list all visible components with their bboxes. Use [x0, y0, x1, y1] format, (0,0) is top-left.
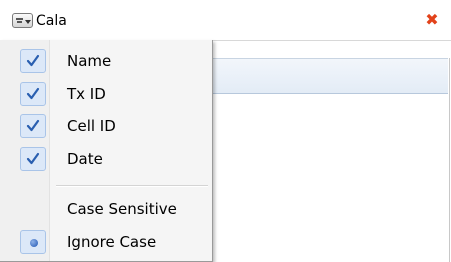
menu-item-tx-id[interactable]: Tx ID: [0, 79, 212, 109]
filter-dropdown-button[interactable]: [12, 13, 33, 28]
checkbox-checked[interactable]: [20, 49, 46, 73]
checkmark-icon: [26, 87, 40, 100]
menu-item-label: Case Sensitive: [67, 200, 177, 218]
menu-item-case-sensitive[interactable]: Case Sensitive: [0, 194, 212, 224]
checkmark-icon: [26, 119, 40, 132]
checkmark-icon: [26, 152, 40, 165]
search-options-menu: Name Tx ID Cell ID Date Case Sensitive I…: [0, 40, 213, 262]
filter-dropdown-icon: [16, 18, 31, 24]
clear-search-icon[interactable]: ✖: [424, 12, 440, 28]
search-bar: Cala ✖: [0, 0, 451, 41]
checkmark-icon: [26, 54, 40, 67]
menu-separator: [56, 185, 208, 187]
menu-item-label: Ignore Case: [67, 233, 157, 251]
menu-item-name[interactable]: Name: [0, 46, 212, 76]
menu-item-ignore-case[interactable]: Ignore Case: [0, 227, 212, 257]
menu-item-date[interactable]: Date: [0, 144, 212, 174]
checkbox-checked[interactable]: [20, 114, 46, 138]
menu-item-cell-id[interactable]: Cell ID: [0, 111, 212, 141]
radio-dot-icon: [30, 239, 38, 247]
results-header: [210, 58, 448, 94]
menu-item-label: Tx ID: [67, 85, 106, 103]
radio-selected[interactable]: [20, 230, 46, 254]
checkbox-checked[interactable]: [20, 147, 46, 171]
search-input[interactable]: Cala: [36, 12, 67, 30]
menu-item-label: Date: [67, 150, 103, 168]
menu-item-label: Name: [67, 52, 112, 70]
menu-item-label: Cell ID: [67, 117, 116, 135]
checkbox-checked[interactable]: [20, 82, 46, 106]
